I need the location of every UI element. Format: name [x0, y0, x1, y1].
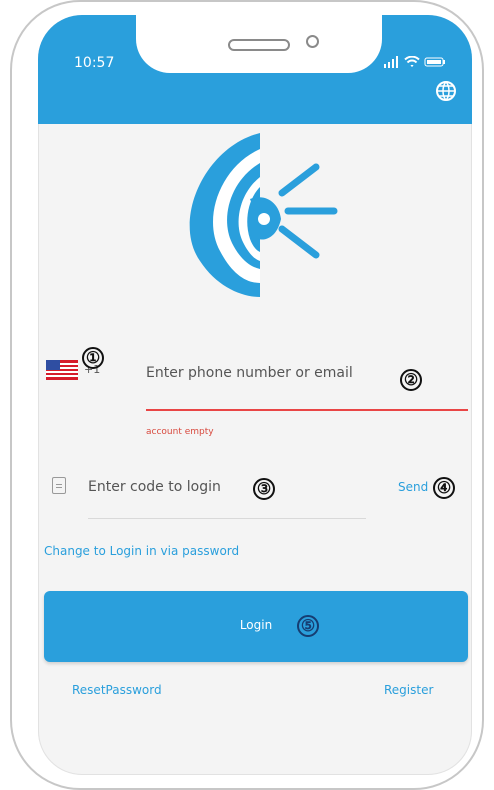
annotation-marker-3: ③	[253, 478, 275, 500]
wifi-icon	[404, 56, 420, 67]
annotation-marker-4: ④	[433, 477, 455, 499]
status-icons	[384, 55, 446, 69]
front-camera	[306, 35, 319, 48]
login-button[interactable]: Login	[44, 591, 468, 662]
annotation-marker-5: ⑤	[297, 615, 319, 637]
login-button-label: Login	[239, 618, 273, 632]
code-input-underline	[88, 518, 366, 519]
switch-to-password-login-link[interactable]: Change to Login in via password	[44, 544, 239, 558]
app-screen: 10:57 +1 ① Enter phone number or email ②…	[38, 15, 472, 775]
account-input-underline	[146, 409, 468, 411]
code-input[interactable]	[88, 475, 248, 499]
status-time: 10:57	[74, 55, 115, 71]
brand-logo-icon	[189, 133, 338, 297]
speaker-grille	[228, 39, 290, 51]
status-header: 10:57	[38, 15, 472, 124]
annotation-marker-1: ①	[82, 347, 104, 369]
battery-icon	[424, 57, 445, 67]
send-code-button[interactable]: Send	[398, 480, 428, 494]
code-icon	[52, 477, 66, 494]
register-link[interactable]: Register	[384, 683, 433, 697]
globe-icon[interactable]	[434, 79, 458, 103]
signal-icon	[384, 56, 398, 68]
annotation-marker-2: ②	[400, 369, 422, 391]
reset-password-link[interactable]: ResetPassword	[72, 683, 162, 697]
account-error-text: account empty	[146, 427, 214, 437]
account-input[interactable]	[146, 361, 386, 385]
flag-icon[interactable]	[46, 360, 78, 380]
